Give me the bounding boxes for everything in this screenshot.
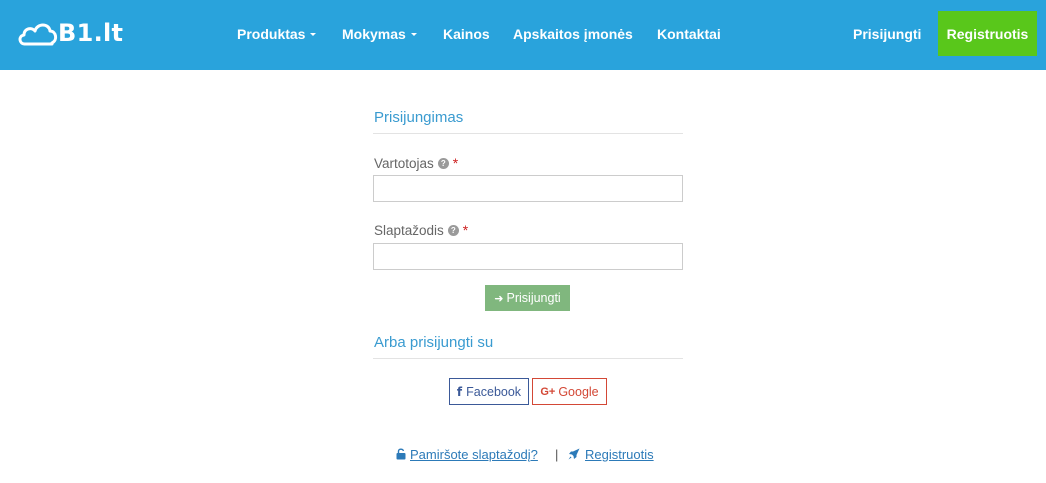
nav-item-mokymas[interactable]: Mokymas	[342, 26, 417, 42]
divider	[373, 133, 683, 134]
facebook-login-button[interactable]: f Facebook	[449, 378, 529, 405]
divider	[373, 358, 683, 359]
caret-down-icon	[410, 32, 417, 36]
header-register-button[interactable]: Registruotis	[938, 11, 1037, 56]
footer-separator: |	[555, 447, 559, 462]
password-label-text: Slaptažodis	[374, 222, 444, 238]
cloud-logo-icon	[18, 23, 58, 46]
required-mark: *	[462, 222, 469, 238]
rocket-icon	[568, 448, 580, 460]
question-circle-icon[interactable]: ?	[437, 157, 449, 169]
password-input[interactable]	[373, 243, 683, 270]
login-submit-label: Prisijungti	[506, 291, 561, 305]
logo-text: B1.lt	[58, 19, 124, 47]
login-section-title: Prisijungimas	[374, 109, 464, 126]
nav-item-label: Kontaktai	[657, 26, 721, 42]
facebook-icon: f	[456, 384, 463, 399]
forgot-password-link[interactable]: Pamiršote slaptažodį?	[410, 447, 538, 462]
nav-item-kainos[interactable]: Kainos	[443, 26, 490, 42]
caret-down-icon	[310, 32, 317, 36]
nav-item-label: Apskaitos įmonės	[513, 26, 633, 42]
unlock-icon	[396, 448, 406, 460]
nav-item-kontaktai[interactable]: Kontaktai	[657, 26, 721, 42]
social-section-title: Arba prisijungti su	[374, 334, 494, 351]
site-logo[interactable]: B1.lt	[16, 17, 123, 49]
header-login-link[interactable]: Prisijungti	[853, 26, 921, 42]
login-submit-button[interactable]: ➜ Prisijungti	[485, 285, 570, 311]
top-navbar: B1.lt Produktas Mokymas Kainos Apskaitos…	[0, 0, 1046, 70]
question-circle-icon[interactable]: ?	[447, 224, 459, 236]
username-label-text: Vartotojas	[374, 155, 434, 171]
password-label: Slaptažodis ? *	[374, 222, 468, 238]
facebook-label: Facebook	[466, 384, 522, 399]
nav-item-label: Mokymas	[342, 26, 406, 42]
google-label: Google	[558, 384, 599, 399]
nav-item-apskaitos-imones[interactable]: Apskaitos įmonės	[513, 26, 633, 42]
nav-item-label: Produktas	[237, 26, 306, 42]
sign-in-icon: ➜	[494, 292, 504, 305]
nav-item-produktas[interactable]: Produktas	[237, 26, 317, 42]
google-plus-icon: G+	[540, 385, 556, 398]
username-input[interactable]	[373, 175, 683, 202]
username-label: Vartotojas ? *	[374, 155, 458, 171]
required-mark: *	[452, 155, 459, 171]
nav-item-label: Kainos	[443, 26, 490, 42]
google-login-button[interactable]: G+ Google	[532, 378, 607, 405]
footer-register-link[interactable]: Registruotis	[585, 447, 654, 462]
